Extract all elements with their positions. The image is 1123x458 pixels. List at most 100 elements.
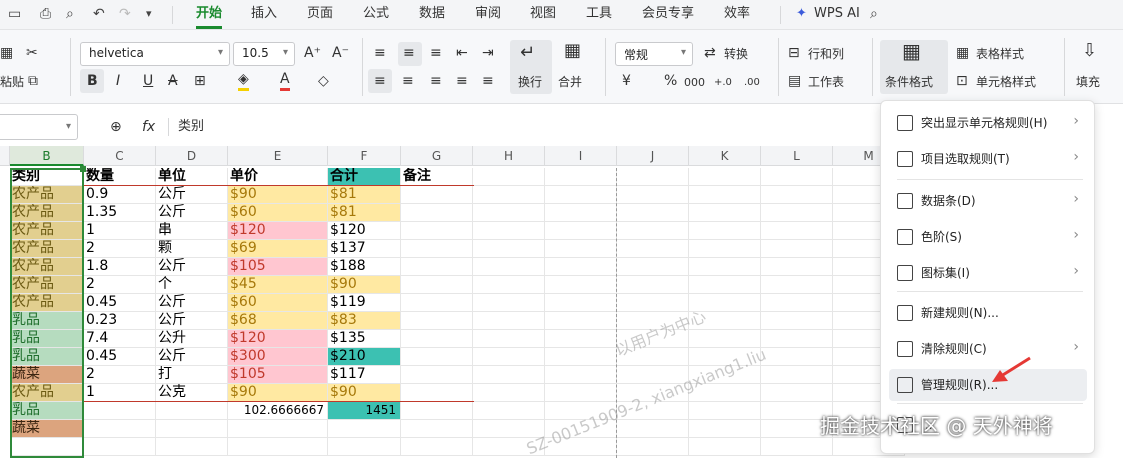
column-header-k[interactable]: K xyxy=(689,146,761,166)
quick-access-dropdown-icon[interactable]: ▾ xyxy=(146,5,152,23)
empty-cell[interactable] xyxy=(761,438,833,456)
empty-cell[interactable] xyxy=(761,366,833,384)
menu-item-clear-rules[interactable]: 清除规则(C) › xyxy=(889,333,1087,365)
zoom-icon[interactable]: ⊕ xyxy=(110,118,122,136)
empty-cell[interactable] xyxy=(401,438,473,456)
convert-label[interactable]: 转换 xyxy=(724,46,748,62)
empty-cell[interactable] xyxy=(689,438,761,456)
align-bottom-icon[interactable]: ≡ xyxy=(430,44,442,62)
empty-cell[interactable] xyxy=(473,402,545,420)
total-cell[interactable]: $81 xyxy=(328,204,401,222)
paste-label[interactable]: 粘贴 xyxy=(0,74,24,90)
total-cell[interactable]: $90 xyxy=(328,276,401,294)
empty-cell[interactable] xyxy=(689,258,761,276)
empty-cell[interactable] xyxy=(401,222,473,240)
empty-cell[interactable] xyxy=(401,330,473,348)
thousands-icon[interactable]: 000 xyxy=(684,74,705,92)
name-box[interactable]: ▾ xyxy=(0,114,78,140)
empty-cell[interactable] xyxy=(401,186,473,204)
empty-cell[interactable] xyxy=(617,240,689,258)
empty-cell[interactable] xyxy=(761,168,833,186)
unit-cell[interactable]: 公斤 xyxy=(156,312,228,330)
quantity-cell[interactable]: 1 xyxy=(84,222,156,240)
unit-price-cell[interactable]: $69 xyxy=(228,240,328,258)
worksheet-label[interactable]: 工作表 xyxy=(808,74,844,90)
tab-review[interactable]: 审阅 xyxy=(475,5,501,23)
unit-cell[interactable]: 公斤 xyxy=(156,348,228,366)
total-cell[interactable]: $135 xyxy=(328,330,401,348)
row-col-icon[interactable]: ⊟ xyxy=(788,44,800,62)
unit-cell[interactable]: 公斤 xyxy=(156,294,228,312)
fill-handle[interactable] xyxy=(80,166,86,172)
empty-cell[interactable] xyxy=(689,168,761,186)
column-header-l[interactable]: L xyxy=(761,146,833,166)
align-left-icon[interactable]: ≡ xyxy=(374,72,386,90)
justify-icon[interactable]: ≡ xyxy=(456,72,468,90)
empty-cell[interactable] xyxy=(761,348,833,366)
empty-cell[interactable] xyxy=(401,366,473,384)
empty-cell[interactable] xyxy=(617,276,689,294)
increase-font-icon[interactable]: A⁺ xyxy=(304,44,321,62)
fill-down-icon[interactable]: ⇩ xyxy=(1082,42,1097,60)
sum-cell[interactable]: 1451 xyxy=(328,402,401,420)
empty-cell[interactable] xyxy=(761,222,833,240)
empty-cell[interactable] xyxy=(84,438,156,456)
quantity-cell[interactable]: 1 xyxy=(84,384,156,402)
total-cell[interactable]: $120 xyxy=(328,222,401,240)
empty-cell[interactable] xyxy=(761,312,833,330)
merge-icon[interactable]: ▦ xyxy=(564,42,581,60)
wps-ai-logo-icon[interactable]: ✦ xyxy=(796,5,807,23)
empty-cell[interactable] xyxy=(545,258,617,276)
wrap-icon[interactable]: ↵ xyxy=(520,44,535,62)
empty-cell[interactable] xyxy=(401,240,473,258)
empty-cell[interactable] xyxy=(401,294,473,312)
empty-cell[interactable] xyxy=(228,420,328,438)
empty-cell[interactable] xyxy=(545,312,617,330)
menu-item-data-bars[interactable]: 数据条(D) › xyxy=(889,185,1087,217)
unit-cell[interactable]: 打 xyxy=(156,366,228,384)
cell-style-label[interactable]: 单元格样式 xyxy=(976,74,1036,90)
unit-cell[interactable]: 串 xyxy=(156,222,228,240)
save-icon[interactable]: ▭ xyxy=(8,5,21,23)
wrap-label[interactable]: 换行 xyxy=(518,74,542,90)
empty-cell[interactable] xyxy=(401,312,473,330)
empty-cell[interactable] xyxy=(617,168,689,186)
empty-cell[interactable] xyxy=(545,294,617,312)
empty-cell[interactable] xyxy=(473,330,545,348)
column-header-e[interactable]: E xyxy=(228,146,328,166)
empty-cell[interactable] xyxy=(761,240,833,258)
tab-tools[interactable]: 工具 xyxy=(586,5,612,23)
fx-icon[interactable]: fx xyxy=(142,118,155,136)
cond-format-label[interactable]: 条件格式 xyxy=(885,74,933,90)
align-top-icon[interactable]: ≡ xyxy=(374,44,386,62)
empty-cell[interactable] xyxy=(689,276,761,294)
redo-icon[interactable]: ↷ xyxy=(119,5,131,23)
font-color-icon[interactable]: A xyxy=(280,70,290,91)
total-cell[interactable]: $188 xyxy=(328,258,401,276)
empty-cell[interactable] xyxy=(689,240,761,258)
clear-format-icon[interactable]: ◇ xyxy=(318,72,329,90)
quantity-cell[interactable]: 2 xyxy=(84,366,156,384)
italic-icon[interactable]: I xyxy=(116,72,120,90)
empty-cell[interactable] xyxy=(545,330,617,348)
tab-data[interactable]: 数据 xyxy=(419,5,445,23)
decrease-font-icon[interactable]: A⁻ xyxy=(332,44,349,62)
strikethrough-icon[interactable]: A xyxy=(168,72,178,90)
total-cell[interactable]: $119 xyxy=(328,294,401,312)
empty-cell[interactable] xyxy=(156,420,228,438)
quantity-cell[interactable]: 0.23 xyxy=(84,312,156,330)
align-right-icon[interactable]: ≡ xyxy=(430,72,442,90)
column-header-h[interactable]: H xyxy=(473,146,545,166)
indent-decrease-icon[interactable]: ⇤ xyxy=(456,44,468,62)
quantity-cell[interactable]: 0.45 xyxy=(84,294,156,312)
empty-cell[interactable] xyxy=(761,330,833,348)
currency-icon[interactable]: ¥ xyxy=(622,72,631,90)
unit-price-cell[interactable]: $68 xyxy=(228,312,328,330)
empty-cell[interactable] xyxy=(689,330,761,348)
row-col-label[interactable]: 行和列 xyxy=(808,46,844,62)
total-cell[interactable]: $81 xyxy=(328,186,401,204)
empty-cell[interactable] xyxy=(401,258,473,276)
unit-price-cell[interactable]: $120 xyxy=(228,222,328,240)
empty-cell[interactable] xyxy=(401,402,473,420)
header-cell[interactable]: 单位 xyxy=(156,168,228,186)
